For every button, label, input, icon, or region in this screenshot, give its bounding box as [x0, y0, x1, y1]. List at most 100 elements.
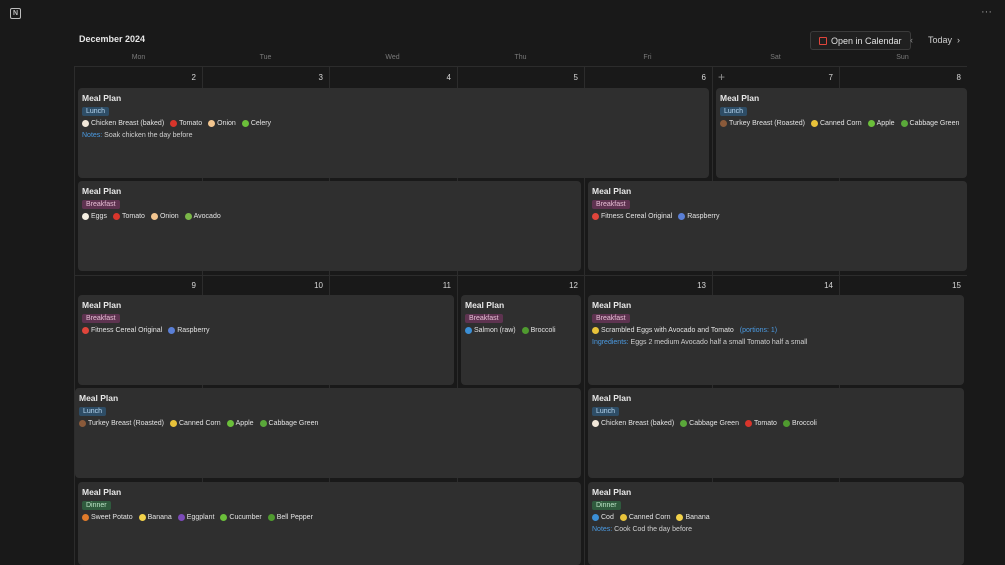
sweet-potato-icon [82, 514, 89, 521]
day-number: 12 [569, 281, 578, 290]
day-number: 8 [956, 73, 961, 82]
recipe-name: Scrambled Eggs with Avocado and Tomato [601, 327, 734, 334]
ingredient: Raspberry [687, 213, 720, 220]
ingredient: Avocado [193, 213, 221, 220]
ingredient: Raspberry [177, 327, 210, 334]
next-month-button[interactable]: › [957, 31, 960, 48]
day-number: 7 [828, 73, 833, 82]
day-number: 3 [318, 73, 323, 82]
grid-line [74, 275, 967, 276]
grid-line [74, 66, 967, 67]
ingredient: Fitness Cereal Original [91, 327, 163, 334]
cereal-icon [592, 213, 599, 220]
cabbage-icon [900, 120, 908, 127]
meal-tag: Breakfast [82, 200, 120, 209]
turkey-icon [79, 420, 86, 427]
ingredients-text: Eggs 2 medium Avocado half a small Tomat… [628, 339, 808, 346]
card-title: Meal Plan [465, 300, 505, 310]
day-number: 9 [191, 281, 196, 290]
meal-tag: Breakfast [465, 314, 503, 323]
meal-tag: Dinner [592, 501, 621, 510]
cabbage-icon [259, 420, 267, 427]
meal-tag: Breakfast [592, 314, 630, 323]
chicken-icon [592, 420, 599, 427]
meal-plan-card[interactable]: Meal Plan Breakfast Salmon (raw) Broccol… [461, 295, 581, 385]
add-event-icon[interactable]: + [718, 70, 738, 84]
meal-plan-card[interactable]: Meal Plan Lunch Chicken Breast (baked) T… [78, 88, 709, 178]
cucumber-icon [220, 514, 228, 521]
ingredient: Tomato [753, 420, 777, 427]
day-number: 2 [191, 73, 196, 82]
card-title: Meal Plan [82, 487, 122, 497]
day-number: 10 [314, 281, 323, 290]
apple-icon [226, 420, 234, 427]
card-title: Meal Plan [82, 93, 122, 103]
broccoli-icon [782, 420, 790, 427]
tomato-icon [170, 120, 178, 127]
weekday-thu: Thu [514, 54, 527, 61]
meal-tag: Lunch [82, 107, 110, 116]
ingredient: Apple [235, 420, 254, 427]
previous-month-button[interactable]: ‹ [910, 31, 913, 48]
card-title: Meal Plan [82, 186, 122, 196]
card-title: Meal Plan [79, 393, 119, 403]
open-in-calendar-button[interactable]: Open in Calendar [810, 31, 911, 50]
fish-icon [465, 327, 472, 334]
eggplant-icon [177, 514, 185, 521]
weekday-wed: Wed [385, 54, 400, 61]
meal-plan-card[interactable]: Meal Plan Dinner Sweet Potato Banana Egg… [78, 482, 581, 565]
ingredient: Canned Corn [628, 514, 671, 521]
ingredient: Turkey Breast (Roasted) [729, 120, 805, 127]
notes-text: Soak chicken the day before [102, 132, 193, 139]
day-number: 13 [697, 281, 706, 290]
meal-tag: Lunch [720, 107, 748, 116]
day-number: 6 [701, 73, 706, 82]
meal-tag: Breakfast [592, 200, 630, 209]
meal-plan-card[interactable]: Meal Plan Lunch Turkey Breast (Roasted) … [716, 88, 967, 178]
weekday-tue: Tue [259, 54, 272, 61]
cabbage-icon [680, 420, 688, 427]
card-title: Meal Plan [720, 93, 760, 103]
open-in-calendar-label: Open in Calendar [831, 35, 902, 46]
calendar-icon [819, 36, 827, 45]
month-title: December 2024 [79, 34, 146, 44]
meal-plan-card[interactable]: Meal Plan Breakfast Scrambled Eggs with … [588, 295, 964, 385]
notes-label: Notes: [592, 526, 613, 533]
day-number: 15 [952, 281, 961, 290]
card-title: Meal Plan [592, 300, 632, 310]
portions-label: (portions: 1) [739, 327, 778, 334]
meal-tag: Breakfast [82, 314, 120, 323]
meal-plan-card[interactable]: Meal Plan Lunch Chicken Breast (baked) C… [588, 388, 964, 478]
ingredient: Cabbage Green [268, 420, 319, 427]
broccoli-icon [521, 327, 529, 334]
card-title: Meal Plan [82, 300, 122, 310]
today-button[interactable]: Today [928, 31, 952, 48]
ingredient: Eggs [91, 213, 107, 220]
turkey-icon [720, 120, 727, 127]
day-number: 4 [446, 73, 451, 82]
meal-plan-card[interactable]: Meal Plan Dinner Cod Canned Corn Banana … [588, 482, 964, 565]
card-title: Meal Plan [592, 186, 632, 196]
ingredient: Canned Corn [820, 120, 862, 127]
more-options-icon[interactable]: ··· [981, 6, 992, 18]
weekday-mon: Mon [131, 54, 146, 61]
meal-plan-card[interactable]: Meal Plan Breakfast Eggs Tomato Onion Av… [78, 181, 581, 271]
tomato-icon [112, 213, 120, 220]
ingredient: Broccoli [530, 327, 556, 334]
apple-icon [867, 120, 875, 127]
meal-plan-card[interactable]: Meal Plan Breakfast Fitness Cereal Origi… [78, 295, 454, 385]
ingredient: Turkey Breast (Roasted) [88, 420, 164, 427]
meal-plan-card[interactable]: Meal Plan Lunch Turkey Breast (Roasted) … [75, 388, 581, 478]
day-number: 5 [573, 73, 578, 82]
cereal-icon [82, 327, 89, 334]
meal-tag: Dinner [82, 501, 111, 510]
meal-tag: Lunch [592, 407, 620, 416]
corn-icon [170, 420, 177, 427]
meal-plan-card[interactable]: Meal Plan Breakfast Fitness Cereal Origi… [588, 181, 967, 271]
ingredient: Chicken Breast (baked) [601, 420, 675, 427]
ingredients-label: Ingredients: [592, 339, 629, 346]
corn-icon [619, 514, 627, 521]
card-title: Meal Plan [592, 487, 632, 497]
notion-logo-icon[interactable]: N [10, 8, 21, 19]
chicken-icon [82, 120, 89, 127]
